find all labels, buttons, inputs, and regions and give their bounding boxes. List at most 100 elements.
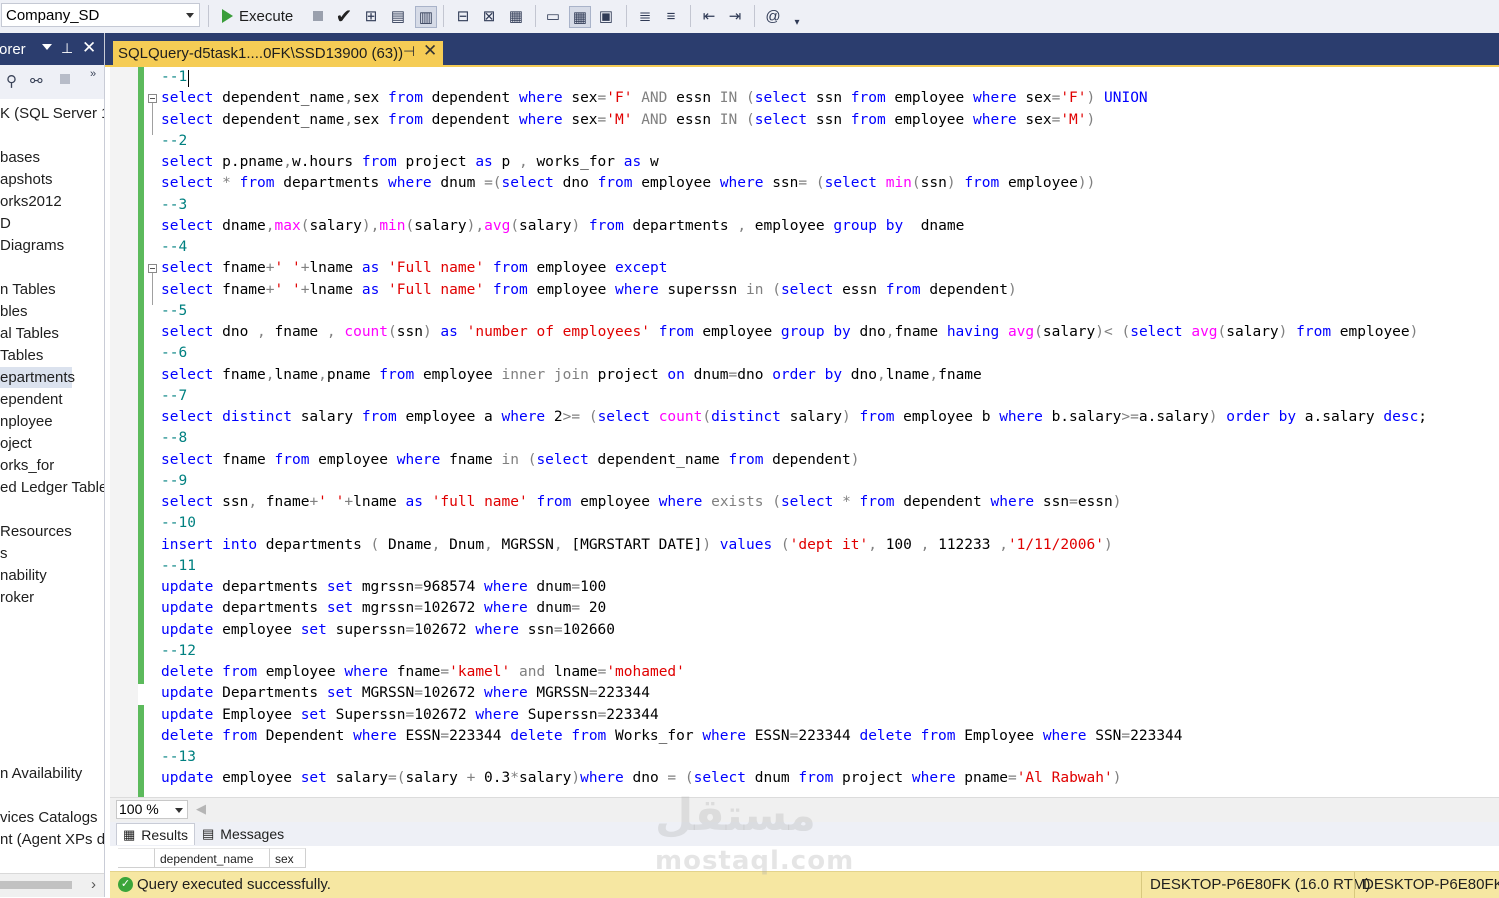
scroll-left-icon[interactable]: ◀ bbox=[196, 801, 206, 817]
specify-values-icon[interactable]: @ bbox=[763, 6, 783, 26]
tree-item[interactable]: Diagrams bbox=[0, 235, 64, 256]
actual-plan-icon[interactable]: ⊠ bbox=[479, 6, 499, 26]
fold-toggle-icon[interactable] bbox=[148, 264, 157, 273]
code-line[interactable]: --8 bbox=[161, 428, 187, 449]
code-line[interactable]: insert into departments ( Dname, Dnum, M… bbox=[161, 535, 1113, 556]
code-line[interactable]: --12 bbox=[161, 641, 196, 662]
overflow-icon[interactable]: » bbox=[90, 68, 96, 80]
tab-query[interactable]: SQLQuery-d5task1....0FK\SSD13900 (63)) ⊣… bbox=[113, 41, 443, 65]
code-line[interactable]: select * from departments where dnum =(s… bbox=[161, 173, 1095, 194]
toolbar-overflow-icon[interactable]: ▾ bbox=[787, 12, 807, 32]
results-to-text-icon[interactable]: ▭ bbox=[543, 6, 563, 26]
tree-item[interactable]: s bbox=[0, 543, 8, 564]
chevron-down-icon[interactable] bbox=[42, 44, 52, 50]
code-line[interactable]: update employee set salary=(salary + 0.3… bbox=[161, 768, 1121, 789]
tree-item[interactable]: epartments bbox=[0, 367, 75, 388]
chevron-down-icon bbox=[175, 808, 183, 813]
code-line[interactable]: select fname+' '+lname as 'Full name' fr… bbox=[161, 258, 667, 279]
results-to-grid-icon[interactable]: ▦ bbox=[569, 6, 591, 28]
code-line[interactable]: --10 bbox=[161, 513, 196, 534]
disconnect-icon[interactable]: ⚯ bbox=[30, 72, 43, 90]
tab-results[interactable]: ▦ Results bbox=[116, 823, 195, 845]
decrease-indent-icon[interactable]: ⇤ bbox=[699, 6, 719, 26]
tree-item[interactable]: n Tables bbox=[0, 279, 56, 300]
display-plan-icon[interactable]: ⊞ bbox=[361, 6, 381, 26]
results-to-file-icon[interactable]: ▣ bbox=[596, 6, 616, 26]
parse-checkmark-icon[interactable]: ✔ bbox=[334, 6, 354, 28]
code-line[interactable]: update employee set superssn=102672 wher… bbox=[161, 620, 615, 641]
tab-messages[interactable]: ▤ Messages bbox=[196, 823, 290, 845]
database-select[interactable]: Company_SD bbox=[1, 3, 200, 27]
code-line[interactable]: delete from employee where fname='kamel'… bbox=[161, 662, 685, 683]
code-line[interactable]: update Departments set MGRSSN=102672 whe… bbox=[161, 683, 650, 704]
code-line[interactable]: select dependent_name,sex from dependent… bbox=[161, 110, 1095, 131]
stop-icon[interactable] bbox=[308, 6, 328, 26]
tree-item[interactable]: nployee bbox=[0, 411, 53, 432]
row-header-corner[interactable] bbox=[118, 848, 155, 868]
tree-item[interactable]: ed Ledger Table bbox=[0, 477, 104, 498]
code-line[interactable]: --4 bbox=[161, 237, 187, 258]
estimated-plan-icon[interactable]: ⊟ bbox=[453, 6, 473, 26]
code-line[interactable]: select dependent_name,sex from dependent… bbox=[161, 88, 1148, 109]
column-header[interactable]: sex bbox=[270, 848, 306, 868]
tree-item[interactable]: nt (Agent XPs d bbox=[0, 829, 104, 850]
code-line[interactable]: --1 bbox=[161, 67, 187, 88]
code-line[interactable]: select fname from employee where fname i… bbox=[161, 450, 859, 471]
tree-item[interactable]: orks2012 bbox=[0, 191, 62, 212]
connect-icon[interactable]: ⚲ bbox=[6, 72, 17, 90]
execute-button[interactable]: Execute bbox=[218, 4, 293, 28]
tree-item[interactable]: ependent bbox=[0, 389, 63, 410]
tree-item[interactable]: al Tables bbox=[0, 323, 59, 344]
tree-item[interactable]: Tables bbox=[0, 345, 43, 366]
code-line[interactable]: update Employee set Superssn=102672 wher… bbox=[161, 705, 659, 726]
tree-item[interactable]: bles bbox=[0, 301, 28, 322]
code-line[interactable]: select fname,lname,pname from employee i… bbox=[161, 365, 982, 386]
code-line[interactable]: select distinct salary from employee a w… bbox=[161, 407, 1427, 428]
code-line[interactable]: --2 bbox=[161, 131, 187, 152]
code-line[interactable]: --7 bbox=[161, 386, 187, 407]
uncomment-lines-icon[interactable]: ≡ bbox=[661, 6, 681, 26]
code-line[interactable]: --13 bbox=[161, 747, 196, 768]
code-line[interactable]: select dno , fname , count(ssn) as 'numb… bbox=[161, 322, 1418, 343]
tree-item[interactable]: vices Catalogs bbox=[0, 807, 98, 828]
tree-item[interactable]: nability bbox=[0, 565, 47, 586]
tree-item[interactable]: D bbox=[0, 213, 11, 234]
pin-icon[interactable]: ⊣ bbox=[403, 43, 415, 60]
horizontal-scrollbar[interactable]: › bbox=[0, 873, 104, 897]
fold-toggle-icon[interactable] bbox=[148, 94, 157, 103]
code-line[interactable]: --5 bbox=[161, 301, 187, 322]
close-icon[interactable]: ✕ bbox=[82, 38, 96, 58]
tree-item[interactable]: n Availability bbox=[0, 763, 82, 784]
code-line[interactable]: delete from Dependent where ESSN=223344 … bbox=[161, 726, 1183, 747]
stop-icon[interactable] bbox=[60, 74, 70, 84]
query-editor[interactable]: --1 select dependent_name,sex from depend… bbox=[110, 67, 1499, 797]
code-line[interactable]: update departments set mgrssn=102672 whe… bbox=[161, 598, 606, 619]
comment-lines-icon[interactable]: ≣ bbox=[635, 6, 655, 26]
zoom-select[interactable]: 100 % bbox=[116, 800, 188, 819]
tree-item[interactable]: orks_for bbox=[0, 455, 54, 476]
client-statistics-icon[interactable]: ▦ bbox=[506, 6, 526, 26]
close-icon[interactable]: ✕ bbox=[423, 41, 437, 61]
pin-icon[interactable]: ⊥ bbox=[61, 40, 73, 57]
tree-item[interactable]: roker bbox=[0, 587, 34, 608]
tree-item[interactable]: bases bbox=[0, 147, 40, 168]
code-line[interactable]: --9 bbox=[161, 471, 187, 492]
increase-indent-icon[interactable]: ⇥ bbox=[725, 6, 745, 26]
code-line[interactable]: --11 bbox=[161, 556, 196, 577]
column-header[interactable]: dependent_name bbox=[155, 848, 270, 868]
code-line[interactable]: select dname,max(salary),min(salary),avg… bbox=[161, 216, 964, 237]
tree-server-node[interactable]: K (SQL Server 16 bbox=[0, 103, 104, 124]
tree-item[interactable]: Resources bbox=[0, 521, 72, 542]
code-line[interactable]: --3 bbox=[161, 195, 187, 216]
code-line[interactable]: --6 bbox=[161, 343, 187, 364]
intellisense-icon[interactable]: ▥ bbox=[415, 6, 437, 28]
query-options-icon[interactable]: ▤ bbox=[388, 6, 408, 26]
code-line[interactable]: select p.pname,w.hours from project as p… bbox=[161, 152, 659, 173]
tree-item[interactable]: oject bbox=[0, 433, 32, 454]
code-line[interactable]: select fname+' '+lname as 'Full name' fr… bbox=[161, 280, 1017, 301]
tree-item[interactable]: apshots bbox=[0, 169, 53, 190]
chevron-right-icon[interactable]: › bbox=[91, 876, 96, 893]
code-line[interactable]: select ssn, fname+' '+lname as 'full nam… bbox=[161, 492, 1121, 513]
scrollbar-thumb[interactable] bbox=[0, 881, 72, 889]
code-line[interactable]: update departments set mgrssn=968574 whe… bbox=[161, 577, 606, 598]
